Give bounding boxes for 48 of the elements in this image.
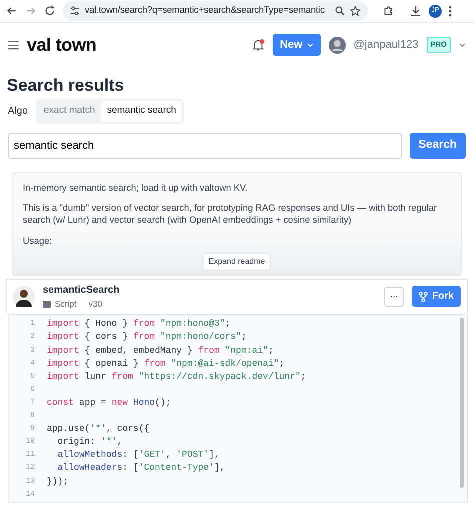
readme-paragraph: In-memory semantic search; load it up with valtown KV. [23, 182, 249, 194]
code-line: import { cors } from "npm:hono/cors"; [47, 331, 247, 344]
extensions-icon[interactable] [383, 5, 395, 17]
code-line: allowHeaders: ['Content-Type'], [56, 462, 226, 476]
fork-icon [419, 292, 428, 302]
reload-icon[interactable] [44, 5, 56, 17]
code-editor[interactable] [8, 314, 468, 503]
back-icon[interactable] [6, 5, 18, 17]
page-title: Search results [6, 75, 126, 97]
user-avatar[interactable] [328, 36, 346, 54]
code-line: import { Hono } from "npm:hono@3"; [47, 318, 231, 332]
code-line: allowMethods: ['GET', 'POST'], [56, 449, 220, 462]
logo[interactable]: val town [27, 32, 97, 58]
val-name[interactable]: semanticSearch [43, 282, 376, 298]
caret-icon[interactable] [459, 42, 466, 48]
author-avatar[interactable] [13, 286, 35, 308]
more-button[interactable]: ··· [384, 286, 404, 307]
more-icon[interactable] [449, 6, 452, 16]
readme-paragraph: This is a "dumb" version of vector search, for prototyping RAG responses and UIs — with both regular search (w/ Lunr) and vector search (with OpenAI embeddings + cosine similarity) [23, 202, 438, 227]
zoom-icon[interactable] [335, 6, 345, 16]
readme-paragraph: Usage: [23, 234, 54, 248]
star-icon[interactable] [350, 6, 361, 16]
expand-readme-button[interactable]: Expand readme [202, 252, 272, 271]
download-icon[interactable] [410, 5, 422, 17]
code-line: origin: '*', [56, 436, 123, 450]
site-settings-icon[interactable] [70, 6, 80, 16]
algo-label: Algo [8, 105, 28, 120]
menu-icon[interactable] [8, 40, 19, 50]
code-line: import { embed, embedMany } from "npm:ai"; [47, 344, 274, 358]
code-line: app.use('*', cors({ [47, 423, 150, 436]
notification-bell-icon[interactable] [252, 38, 266, 52]
val-version: v30 [88, 298, 102, 310]
code-line: const app = new Hono(); [47, 396, 172, 410]
script-icon [43, 300, 51, 308]
new-button[interactable]: New [273, 34, 321, 56]
code-line: import lunr from "https://cdn.skypack.dev/lunr"; [47, 370, 306, 384]
val-type: Script [55, 298, 77, 310]
algo-option[interactable]: semantic search [101, 101, 182, 122]
scrollbar[interactable] [460, 318, 464, 488]
search-field[interactable]: semantic search [8, 132, 402, 159]
algo-option[interactable]: exact match [38, 101, 102, 122]
fork-button[interactable]: Fork [412, 286, 461, 308]
username[interactable]: @janpaul123 [354, 36, 419, 54]
code-line: })); [47, 476, 69, 489]
search-button[interactable]: Search [410, 132, 466, 159]
code-line: import { openai } from "npm:@ai-sdk/openai"; [47, 358, 285, 371]
address-bar[interactable]: val.town/search?q=semantic+search&searchType=semantic [63, 1, 368, 21]
caret-icon [306, 42, 314, 48]
